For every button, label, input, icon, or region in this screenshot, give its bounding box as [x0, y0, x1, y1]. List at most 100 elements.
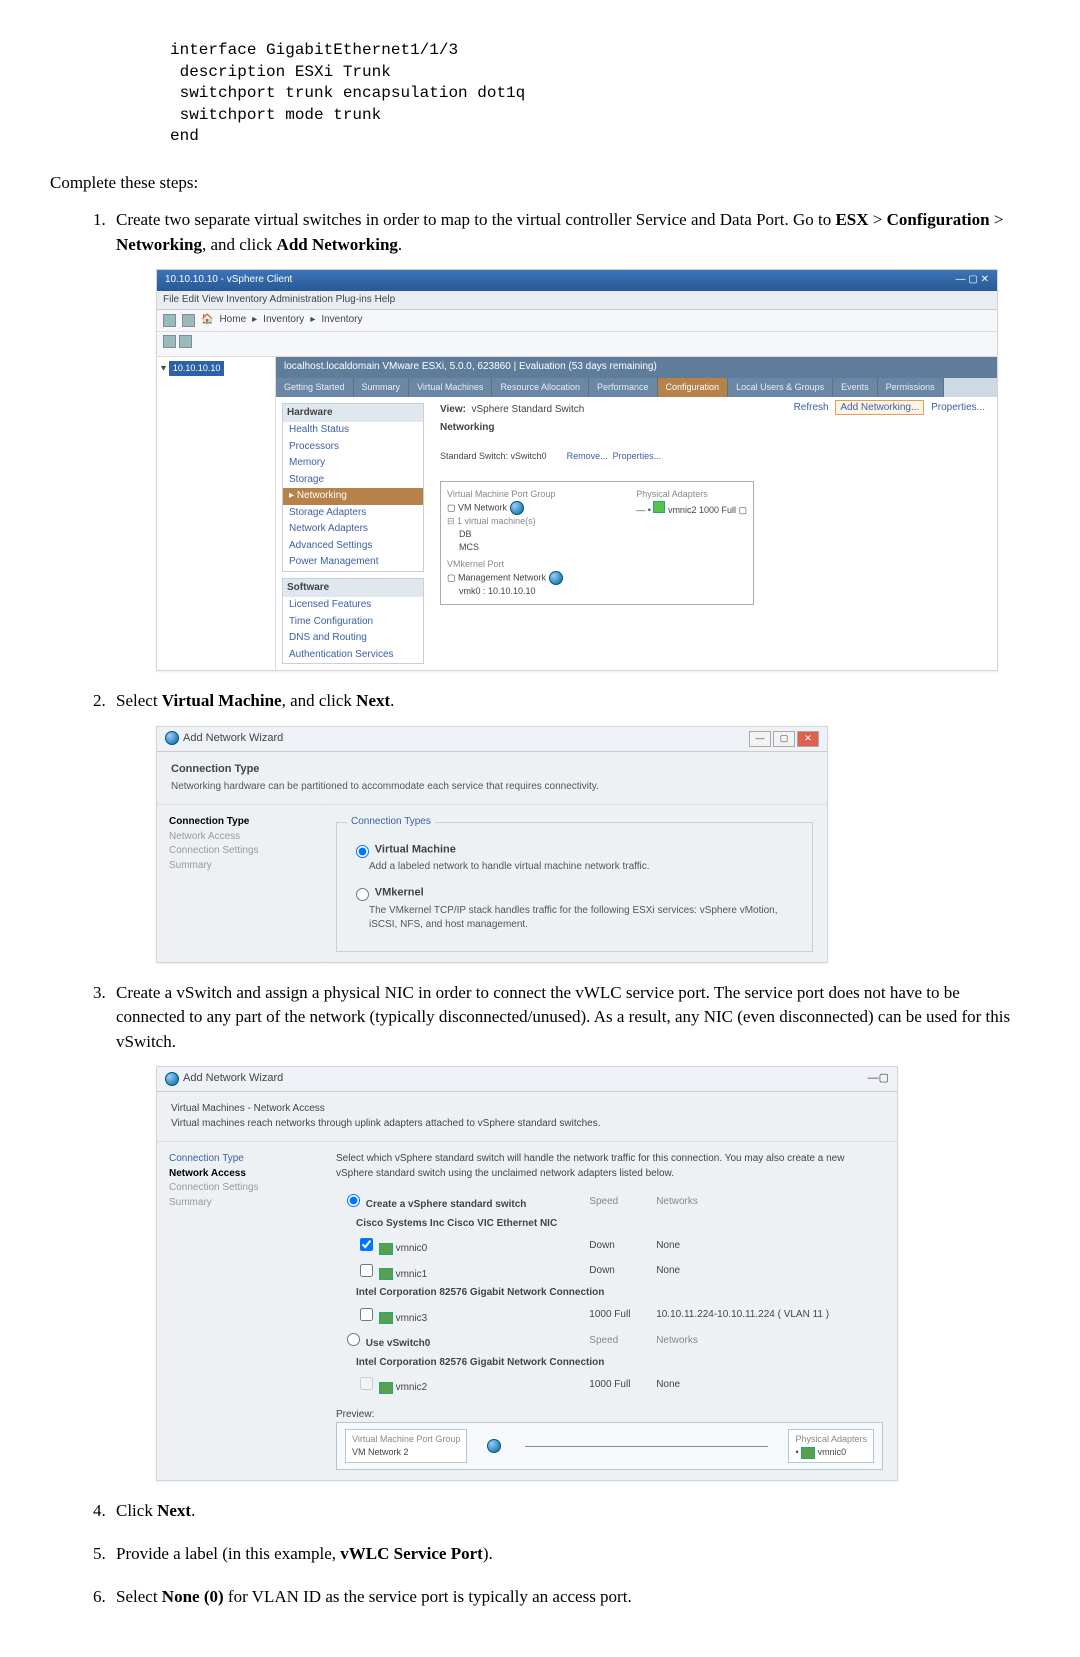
nic-row: vmnic31000 Full10.10.11.224-10.10.11.224…: [336, 1303, 883, 1329]
preview-physadapter: Physical Adapters • vmnic0: [788, 1429, 874, 1463]
vm-pg-label: Virtual Machine Port Group: [447, 488, 567, 501]
preview-box: Virtual Machine Port Group VM Network 2 …: [336, 1422, 883, 1470]
nic-checkbox: [360, 1377, 373, 1390]
screenshot-vsphere-client: 10.10.10.10 - vSphere Client — ▢ ✕ File …: [156, 269, 998, 671]
hw-power[interactable]: Power Management: [283, 554, 423, 571]
tab-permissions[interactable]: Permissions: [878, 378, 944, 397]
min-button[interactable]: —: [749, 731, 771, 747]
step-6: Select None (0) for VLAN ID as the servi…: [110, 1585, 1030, 1610]
phys-nic: vmnic0: [818, 1447, 847, 1457]
nic-checkbox[interactable]: [360, 1264, 373, 1277]
wizard-steps: Connection Type Network Access Connectio…: [157, 805, 322, 961]
add-networking-link[interactable]: Add Networking...: [835, 400, 924, 415]
code-block: interface GigabitEthernet1/1/3 descripti…: [170, 40, 1000, 148]
tab-performance[interactable]: Performance: [589, 378, 658, 397]
crumb-inv[interactable]: Inventory: [263, 313, 304, 328]
tree-host[interactable]: 10.10.10.10: [169, 361, 225, 376]
max-button[interactable]: ▢: [773, 731, 795, 747]
tab-vms[interactable]: Virtual Machines: [409, 378, 492, 397]
max-button[interactable]: ▢: [879, 1072, 889, 1084]
nic-net: None: [650, 1233, 883, 1259]
preview-portgroup: Virtual Machine Port Group VM Network 2: [345, 1429, 467, 1463]
hw-networking[interactable]: ▸ Networking: [283, 488, 423, 505]
radio-virtual-machine[interactable]: [356, 845, 369, 858]
wizard-titlebar: Add Network Wizard —▢✕: [157, 727, 827, 752]
crumb-inv2[interactable]: Inventory: [321, 313, 362, 328]
tab-bar[interactable]: Getting Started Summary Virtual Machines…: [276, 378, 997, 397]
guest-db: DB: [447, 528, 567, 541]
nic-checkbox[interactable]: [360, 1238, 373, 1251]
wizard-titlebar: Add Network Wizard —▢: [157, 1067, 897, 1092]
nic-checkbox[interactable]: [360, 1308, 373, 1321]
wizstep-net-access: Network Access: [169, 1167, 309, 1182]
menubar[interactable]: File Edit View Inventory Administration …: [157, 291, 997, 311]
switch-props-link[interactable]: Properties...: [613, 451, 662, 461]
sw-licensed[interactable]: Licensed Features: [283, 597, 423, 614]
crumb-home[interactable]: Home: [219, 313, 246, 328]
pg-name: VM Network 2: [352, 1446, 460, 1459]
step3-text: Create a vSwitch and assign a physical N…: [116, 983, 1010, 1051]
home-icon[interactable]: 🏠: [201, 313, 213, 328]
nic-net: 10.10.11.224-10.10.11.224 ( VLAN 11 ): [650, 1303, 883, 1329]
tab-events[interactable]: Events: [833, 378, 878, 397]
intro-text: Complete these steps:: [50, 173, 1030, 193]
hw-health[interactable]: Health Status: [283, 422, 423, 439]
step6-none: None (0): [162, 1587, 224, 1606]
sw-dns[interactable]: DNS and Routing: [283, 630, 423, 647]
hw-memory[interactable]: Memory: [283, 455, 423, 472]
sw-time[interactable]: Time Configuration: [283, 614, 423, 631]
tab-users[interactable]: Local Users & Groups: [728, 378, 833, 397]
hw-advanced[interactable]: Advanced Settings: [283, 538, 423, 555]
networking-label: Networking: [440, 422, 494, 433]
vmk-ip: vmk0 : 10.10.10.10: [447, 585, 567, 598]
tab-resource[interactable]: Resource Allocation: [492, 378, 589, 397]
radio-create-switch[interactable]: [347, 1194, 360, 1207]
radio-vmkernel[interactable]: [356, 888, 369, 901]
col-networks: Networks: [650, 1328, 883, 1354]
radio-use-vswitch0[interactable]: [347, 1333, 360, 1346]
wizstep-conn-settings: Connection Settings: [169, 844, 309, 859]
vmk-pg-label: VMkernel Port: [447, 558, 567, 571]
tab-getting-started[interactable]: Getting Started: [276, 378, 354, 397]
back-icon[interactable]: [163, 314, 176, 327]
connection-types-fieldset: Connection Types Virtual Machine Add a l…: [336, 815, 813, 951]
hw-processors[interactable]: Processors: [283, 439, 423, 456]
tab-summary[interactable]: Summary: [354, 378, 410, 397]
switch-remove-link[interactable]: Remove...: [567, 451, 608, 461]
nic-group-intel: Intel Corporation 82576 Gigabit Network …: [336, 1284, 883, 1303]
wizard-icon: [165, 1072, 179, 1086]
fwd-icon[interactable]: [182, 314, 195, 327]
section-sub: Virtual machines reach networks through …: [171, 1117, 883, 1132]
nic-table: Create a vSphere standard switch Speed N…: [336, 1189, 883, 1398]
window-titlebar: 10.10.10.10 - vSphere Client — ▢ ✕: [157, 270, 997, 291]
opt-vmk-label: VMkernel: [375, 887, 424, 899]
tab-configuration[interactable]: Configuration: [658, 378, 729, 397]
inventory-tree[interactable]: ▾ 10.10.10.10: [157, 357, 276, 670]
nic-net: None: [650, 1259, 883, 1285]
hw-network-adapters[interactable]: Network Adapters: [283, 521, 423, 538]
toolbar-icon[interactable]: [179, 335, 192, 348]
hw-storage[interactable]: Storage: [283, 472, 423, 489]
min-button[interactable]: —: [868, 1072, 879, 1084]
toolbar-icons[interactable]: [157, 332, 997, 358]
sw-auth[interactable]: Authentication Services: [283, 647, 423, 664]
close-button[interactable]: ✕: [797, 731, 819, 747]
wizstep-conn-type[interactable]: Connection Type: [169, 1152, 309, 1167]
nic-row: vmnic21000 FullNone: [336, 1372, 883, 1398]
wizard-title: Add Network Wizard: [183, 732, 283, 744]
refresh-link[interactable]: Refresh: [790, 401, 833, 414]
breadcrumb[interactable]: 🏠 Home ▸ Inventory ▸ Inventory: [157, 310, 997, 332]
net-links: Refresh Add Networking... Properties...: [790, 401, 989, 416]
nic-speed: 1000 Full: [583, 1303, 650, 1329]
step1-addnet: Add Networking: [277, 235, 398, 254]
wizstep-conn-settings: Connection Settings: [169, 1181, 309, 1196]
step1-text: Create two separate virtual switches in …: [116, 210, 835, 229]
hw-storage-adapters[interactable]: Storage Adapters: [283, 505, 423, 522]
step-1: Create two separate virtual switches in …: [110, 208, 1030, 671]
properties-link[interactable]: Properties...: [927, 401, 989, 414]
wizstep-summary: Summary: [169, 859, 309, 874]
nic-icon: [379, 1243, 393, 1255]
step1-config: Configuration: [887, 210, 990, 229]
toolbar-icon[interactable]: [163, 335, 176, 348]
hardware-panel: Hardware Health Status Processors Memory…: [282, 403, 424, 572]
